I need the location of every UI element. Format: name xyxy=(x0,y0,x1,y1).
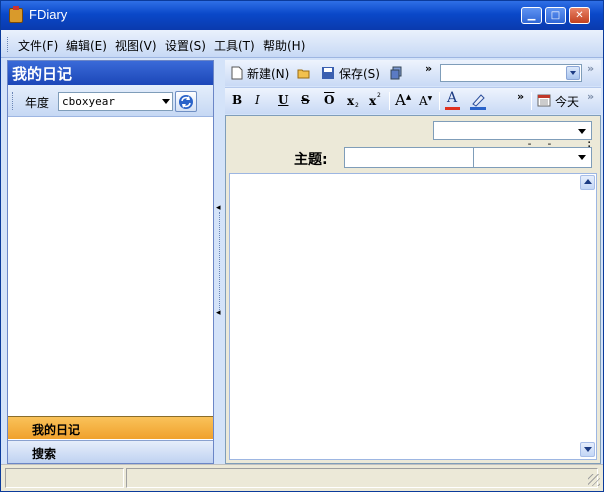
save-button[interactable]: 保存(S) xyxy=(339,65,380,82)
chevron-up-icon xyxy=(584,179,592,184)
shrink-font-icon[interactable]: A▼ xyxy=(419,94,432,108)
menu-file[interactable]: 文件(F) xyxy=(18,37,58,54)
status-cell-1 xyxy=(5,468,124,488)
scroll-up-button[interactable] xyxy=(580,175,595,190)
menu-tools[interactable]: 工具(T) xyxy=(214,37,255,54)
editor-frame: - - : : 主题: xyxy=(225,115,601,464)
toolbar-overflow-button[interactable]: » xyxy=(425,62,432,75)
superscript-button[interactable]: x xyxy=(369,94,376,108)
open-folder-icon[interactable] xyxy=(297,66,311,80)
editor-scrollbar[interactable] xyxy=(579,174,596,459)
menubar-grip xyxy=(7,37,10,52)
strikethrough-button[interactable]: S xyxy=(301,93,310,107)
status-bar xyxy=(1,464,603,491)
toolbar-separator xyxy=(389,92,390,110)
chevron-down-icon xyxy=(578,155,586,160)
subscript-button[interactable]: x xyxy=(347,94,354,108)
year-label: 年度 xyxy=(25,96,50,110)
app-icon xyxy=(9,6,23,23)
collapse-arrow-icon[interactable]: ◂ xyxy=(216,308,221,318)
right-panel: 新建(N) 保存(S) » » B I U S O x 2 x 2 A▲ A▼ xyxy=(225,60,601,464)
highlight-icon[interactable] xyxy=(469,92,487,110)
left-panel-title: 我的日记 xyxy=(8,61,213,85)
diary-editor[interactable] xyxy=(229,173,597,460)
subject-category-select[interactable] xyxy=(473,147,592,168)
app-window: FDiary ▁ □ ✕ 文件(F) 编辑(E) 视图(V) 设置(S) 工具(… xyxy=(0,0,604,492)
scroll-down-button[interactable] xyxy=(580,442,595,457)
menu-bar: 文件(F) 编辑(E) 视图(V) 设置(S) 工具(T) 帮助(H) xyxy=(1,30,603,58)
chevron-down-icon xyxy=(162,99,170,104)
today-overflow-button[interactable]: » xyxy=(587,90,594,103)
refresh-button[interactable] xyxy=(175,91,197,112)
year-select[interactable]: cboxyear xyxy=(58,92,173,111)
font-color-icon[interactable]: A xyxy=(447,90,457,106)
date-time-picker[interactable]: - - : : xyxy=(433,121,592,150)
maximize-button[interactable]: □ xyxy=(545,7,566,24)
splitter-grip xyxy=(219,212,221,312)
combo-overflow-button[interactable]: » xyxy=(587,62,594,75)
toolbar-separator xyxy=(439,92,440,110)
year-select-value: cboxyear xyxy=(62,95,115,108)
menu-settings[interactable]: 设置(S) xyxy=(165,37,206,54)
left-panel: 我的日记 年度 cboxyear 我的日记 搜索 xyxy=(7,60,214,464)
new-document-icon xyxy=(231,66,243,80)
subject-input[interactable] xyxy=(344,147,474,168)
refresh-icon xyxy=(179,95,193,109)
chevron-down-icon xyxy=(584,447,592,452)
italic-button[interactable]: I xyxy=(255,93,260,107)
format-toolbar: B I U S O x 2 x 2 A▲ A▼ A » 今天 » xyxy=(225,87,601,114)
close-button[interactable]: ✕ xyxy=(569,7,590,24)
save-icon xyxy=(322,67,334,79)
menu-help[interactable]: 帮助(H) xyxy=(263,37,305,54)
superscript-mark: 2 xyxy=(377,92,381,99)
bold-button[interactable]: B xyxy=(232,93,242,107)
grow-font-icon[interactable]: A▲ xyxy=(395,91,411,109)
menu-view[interactable]: 视图(V) xyxy=(115,37,157,54)
subject-label: 主题: xyxy=(294,152,328,168)
main-toolbar: 新建(N) 保存(S) » » xyxy=(225,60,601,86)
yearbar-grip xyxy=(12,92,15,110)
nav-my-diary[interactable]: 我的日记 xyxy=(8,416,213,439)
window-title: FDiary xyxy=(29,7,68,22)
chevron-down-icon[interactable] xyxy=(566,66,580,80)
menu-edit[interactable]: 编辑(E) xyxy=(66,37,107,54)
chevron-down-icon xyxy=(578,129,586,134)
diary-list[interactable] xyxy=(8,118,213,414)
calendar-icon xyxy=(537,94,551,107)
format-overflow-button[interactable]: » xyxy=(517,90,524,103)
subscript-mark: 2 xyxy=(355,102,359,109)
new-button[interactable]: 新建(N) xyxy=(247,65,289,82)
status-cell-2 xyxy=(126,468,598,488)
title-bar[interactable]: FDiary ▁ □ ✕ xyxy=(1,1,603,30)
underline-button[interactable]: U xyxy=(278,93,288,107)
copy-icon[interactable] xyxy=(389,66,403,80)
overline-button[interactable]: O xyxy=(324,93,334,107)
minimize-button[interactable]: ▁ xyxy=(521,7,542,24)
today-button[interactable]: 今天 xyxy=(555,93,579,110)
year-bar: 年度 cboxyear xyxy=(8,85,213,117)
font-color-swatch xyxy=(445,107,460,110)
toolbar-combo[interactable] xyxy=(440,64,582,82)
nav-search[interactable]: 搜索 xyxy=(8,440,213,463)
resize-grip[interactable] xyxy=(588,474,600,486)
toolbar-separator xyxy=(531,92,532,110)
